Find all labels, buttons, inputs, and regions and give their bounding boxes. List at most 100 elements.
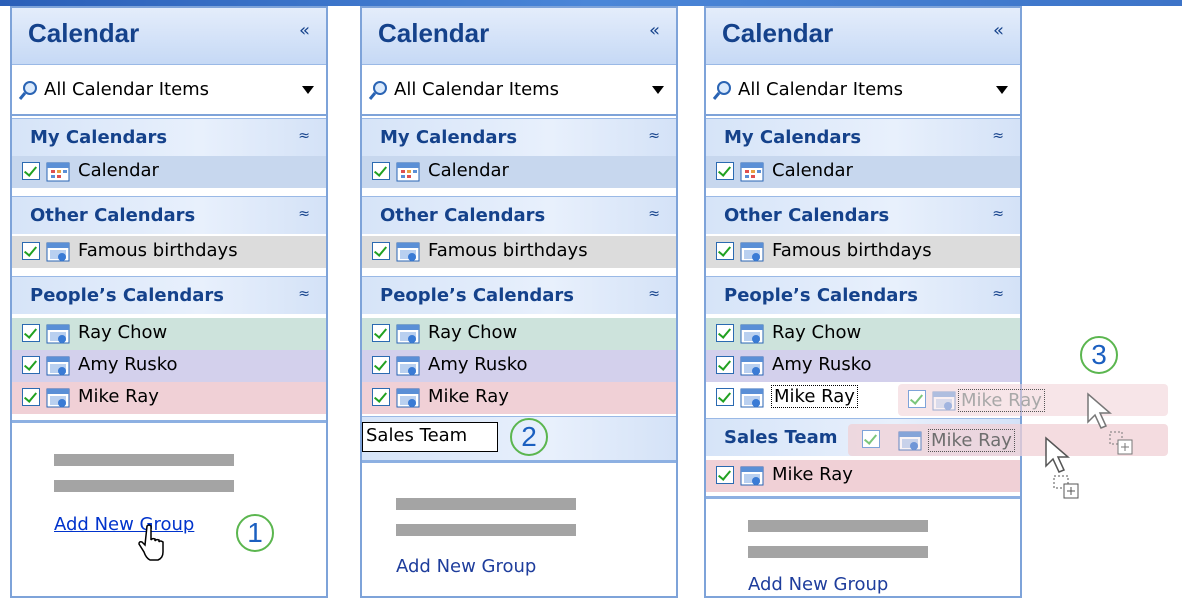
item-label: Mike Ray bbox=[771, 385, 858, 408]
placeholder-bar bbox=[748, 520, 928, 532]
item-label: Calendar bbox=[78, 160, 159, 181]
expand-chevron-icon[interactable]: ≈ bbox=[648, 128, 660, 144]
list-item-ray-chow[interactable]: Ray Chow bbox=[12, 318, 326, 350]
panel-title: Calendar bbox=[28, 18, 140, 48]
item-label: Amy Rusko bbox=[772, 354, 872, 375]
view-selector[interactable]: All Calendar Items bbox=[362, 64, 676, 116]
item-label: Mike Ray bbox=[772, 464, 853, 485]
section-other-calendars[interactable]: Other Calendars ≈ bbox=[706, 196, 1020, 234]
list-item-mike-ray[interactable]: Mike Ray bbox=[12, 382, 326, 414]
expand-chevron-icon[interactable]: ≈ bbox=[298, 128, 310, 144]
checkbox-icon[interactable] bbox=[22, 324, 40, 342]
checkbox-icon[interactable] bbox=[716, 162, 734, 180]
expand-chevron-icon[interactable]: ≈ bbox=[298, 286, 310, 302]
magnifier-icon bbox=[368, 81, 387, 100]
item-label: Calendar bbox=[772, 160, 853, 181]
list-item-ray-chow[interactable]: Ray Chow bbox=[362, 318, 676, 350]
view-selector-label: All Calendar Items bbox=[394, 79, 560, 100]
expand-chevron-icon[interactable]: ≈ bbox=[648, 286, 660, 302]
list-item-famous-birthdays[interactable]: Famous birthdays bbox=[362, 236, 676, 268]
view-selector-label: All Calendar Items bbox=[44, 79, 210, 100]
section-label: Other Calendars bbox=[380, 205, 546, 226]
section-label: People’s Calendars bbox=[380, 285, 575, 306]
step-number: 1 bbox=[236, 514, 274, 552]
expand-chevron-icon[interactable]: ≈ bbox=[992, 286, 1004, 302]
item-label: Mike Ray bbox=[428, 386, 509, 407]
checkbox-icon[interactable] bbox=[716, 356, 734, 374]
view-selector[interactable]: All Calendar Items bbox=[12, 64, 326, 116]
section-peoples-calendars[interactable]: People’s Calendars ≈ bbox=[706, 276, 1020, 314]
list-item-amy-rusko[interactable]: Amy Rusko bbox=[706, 350, 1020, 382]
dropdown-arrow-icon[interactable] bbox=[996, 86, 1008, 94]
add-new-group-link[interactable]: Add New Group bbox=[748, 574, 888, 595]
magnifier-icon bbox=[18, 81, 37, 100]
arrow-cursor-icon bbox=[1045, 436, 1079, 499]
collapse-icon[interactable]: « bbox=[299, 20, 310, 41]
list-item-calendar[interactable]: Calendar bbox=[706, 156, 1020, 188]
shared-calendar-icon bbox=[396, 324, 420, 344]
checkbox-icon[interactable] bbox=[716, 388, 734, 406]
checkbox-icon bbox=[908, 390, 926, 408]
checkbox-icon[interactable] bbox=[372, 324, 390, 342]
list-item-sales-mike-ray[interactable]: Mike Ray bbox=[706, 460, 1020, 492]
expand-chevron-icon[interactable]: ≈ bbox=[298, 206, 310, 222]
checkbox-icon[interactable] bbox=[716, 242, 734, 260]
view-selector[interactable]: All Calendar Items bbox=[706, 64, 1020, 116]
item-label: Famous birthdays bbox=[772, 240, 932, 261]
item-label: Calendar bbox=[428, 160, 509, 181]
checkbox-icon[interactable] bbox=[372, 356, 390, 374]
section-my-calendars[interactable]: My Calendars ≈ bbox=[362, 118, 676, 156]
checkbox-icon[interactable] bbox=[372, 242, 390, 260]
add-new-group-link[interactable]: Add New Group bbox=[396, 556, 536, 577]
calendar-icon bbox=[740, 162, 764, 182]
placeholder-bar bbox=[396, 524, 576, 536]
list-item-ray-chow[interactable]: Ray Chow bbox=[706, 318, 1020, 350]
panel-title: Calendar bbox=[378, 18, 490, 48]
checkbox-icon[interactable] bbox=[372, 162, 390, 180]
checkbox-icon[interactable] bbox=[716, 466, 734, 484]
list-item-calendar[interactable]: Calendar bbox=[362, 156, 676, 188]
list-item-famous-birthdays[interactable]: Famous birthdays bbox=[706, 236, 1020, 268]
placeholder-bar bbox=[54, 454, 234, 466]
step-number: 3 bbox=[1080, 336, 1118, 374]
checkbox-icon[interactable] bbox=[22, 242, 40, 260]
section-other-calendars[interactable]: Other Calendars ≈ bbox=[362, 196, 676, 234]
expand-chevron-icon[interactable]: ≈ bbox=[992, 128, 1004, 144]
section-other-calendars[interactable]: Other Calendars ≈ bbox=[12, 196, 326, 234]
checkbox-icon[interactable] bbox=[716, 324, 734, 342]
expand-chevron-icon[interactable]: ≈ bbox=[992, 206, 1004, 222]
checkbox-icon[interactable] bbox=[22, 162, 40, 180]
checkbox-icon bbox=[862, 430, 880, 448]
dropdown-arrow-icon[interactable] bbox=[302, 86, 314, 94]
section-my-calendars[interactable]: My Calendars ≈ bbox=[12, 118, 326, 156]
add-new-group-link[interactable]: Add New Group bbox=[54, 514, 194, 535]
section-peoples-calendars[interactable]: People’s Calendars ≈ bbox=[362, 276, 676, 314]
shared-calendar-icon bbox=[46, 356, 70, 376]
panel-title-bar: Calendar « bbox=[706, 8, 1020, 64]
new-group-name-input[interactable]: Sales Team bbox=[362, 422, 498, 452]
checkbox-icon[interactable] bbox=[372, 388, 390, 406]
list-item-amy-rusko[interactable]: Amy Rusko bbox=[362, 350, 676, 382]
section-my-calendars[interactable]: My Calendars ≈ bbox=[706, 118, 1020, 156]
list-item-calendar[interactable]: Calendar bbox=[12, 156, 326, 188]
section-peoples-calendars[interactable]: People’s Calendars ≈ bbox=[12, 276, 326, 314]
section-label: My Calendars bbox=[724, 127, 862, 148]
section-label: People’s Calendars bbox=[30, 285, 225, 306]
shared-calendar-icon bbox=[396, 388, 420, 408]
list-item-famous-birthdays[interactable]: Famous birthdays bbox=[12, 236, 326, 268]
list-item-amy-rusko[interactable]: Amy Rusko bbox=[12, 350, 326, 382]
section-label: Other Calendars bbox=[724, 205, 890, 226]
shared-calendar-icon bbox=[740, 242, 764, 262]
collapse-icon[interactable]: « bbox=[993, 20, 1004, 41]
drag-ghost-label: Mike Ray bbox=[958, 389, 1045, 412]
magnifier-icon bbox=[712, 81, 731, 100]
collapse-icon[interactable]: « bbox=[649, 20, 660, 41]
calendar-nav-panel-1: Calendar « All Calendar Items My Calenda… bbox=[10, 6, 328, 598]
divider bbox=[706, 496, 1020, 499]
placeholder-bar bbox=[54, 480, 234, 492]
checkbox-icon[interactable] bbox=[22, 388, 40, 406]
checkbox-icon[interactable] bbox=[22, 356, 40, 374]
expand-chevron-icon[interactable]: ≈ bbox=[648, 206, 660, 222]
dropdown-arrow-icon[interactable] bbox=[652, 86, 664, 94]
list-item-mike-ray[interactable]: Mike Ray bbox=[362, 382, 676, 414]
